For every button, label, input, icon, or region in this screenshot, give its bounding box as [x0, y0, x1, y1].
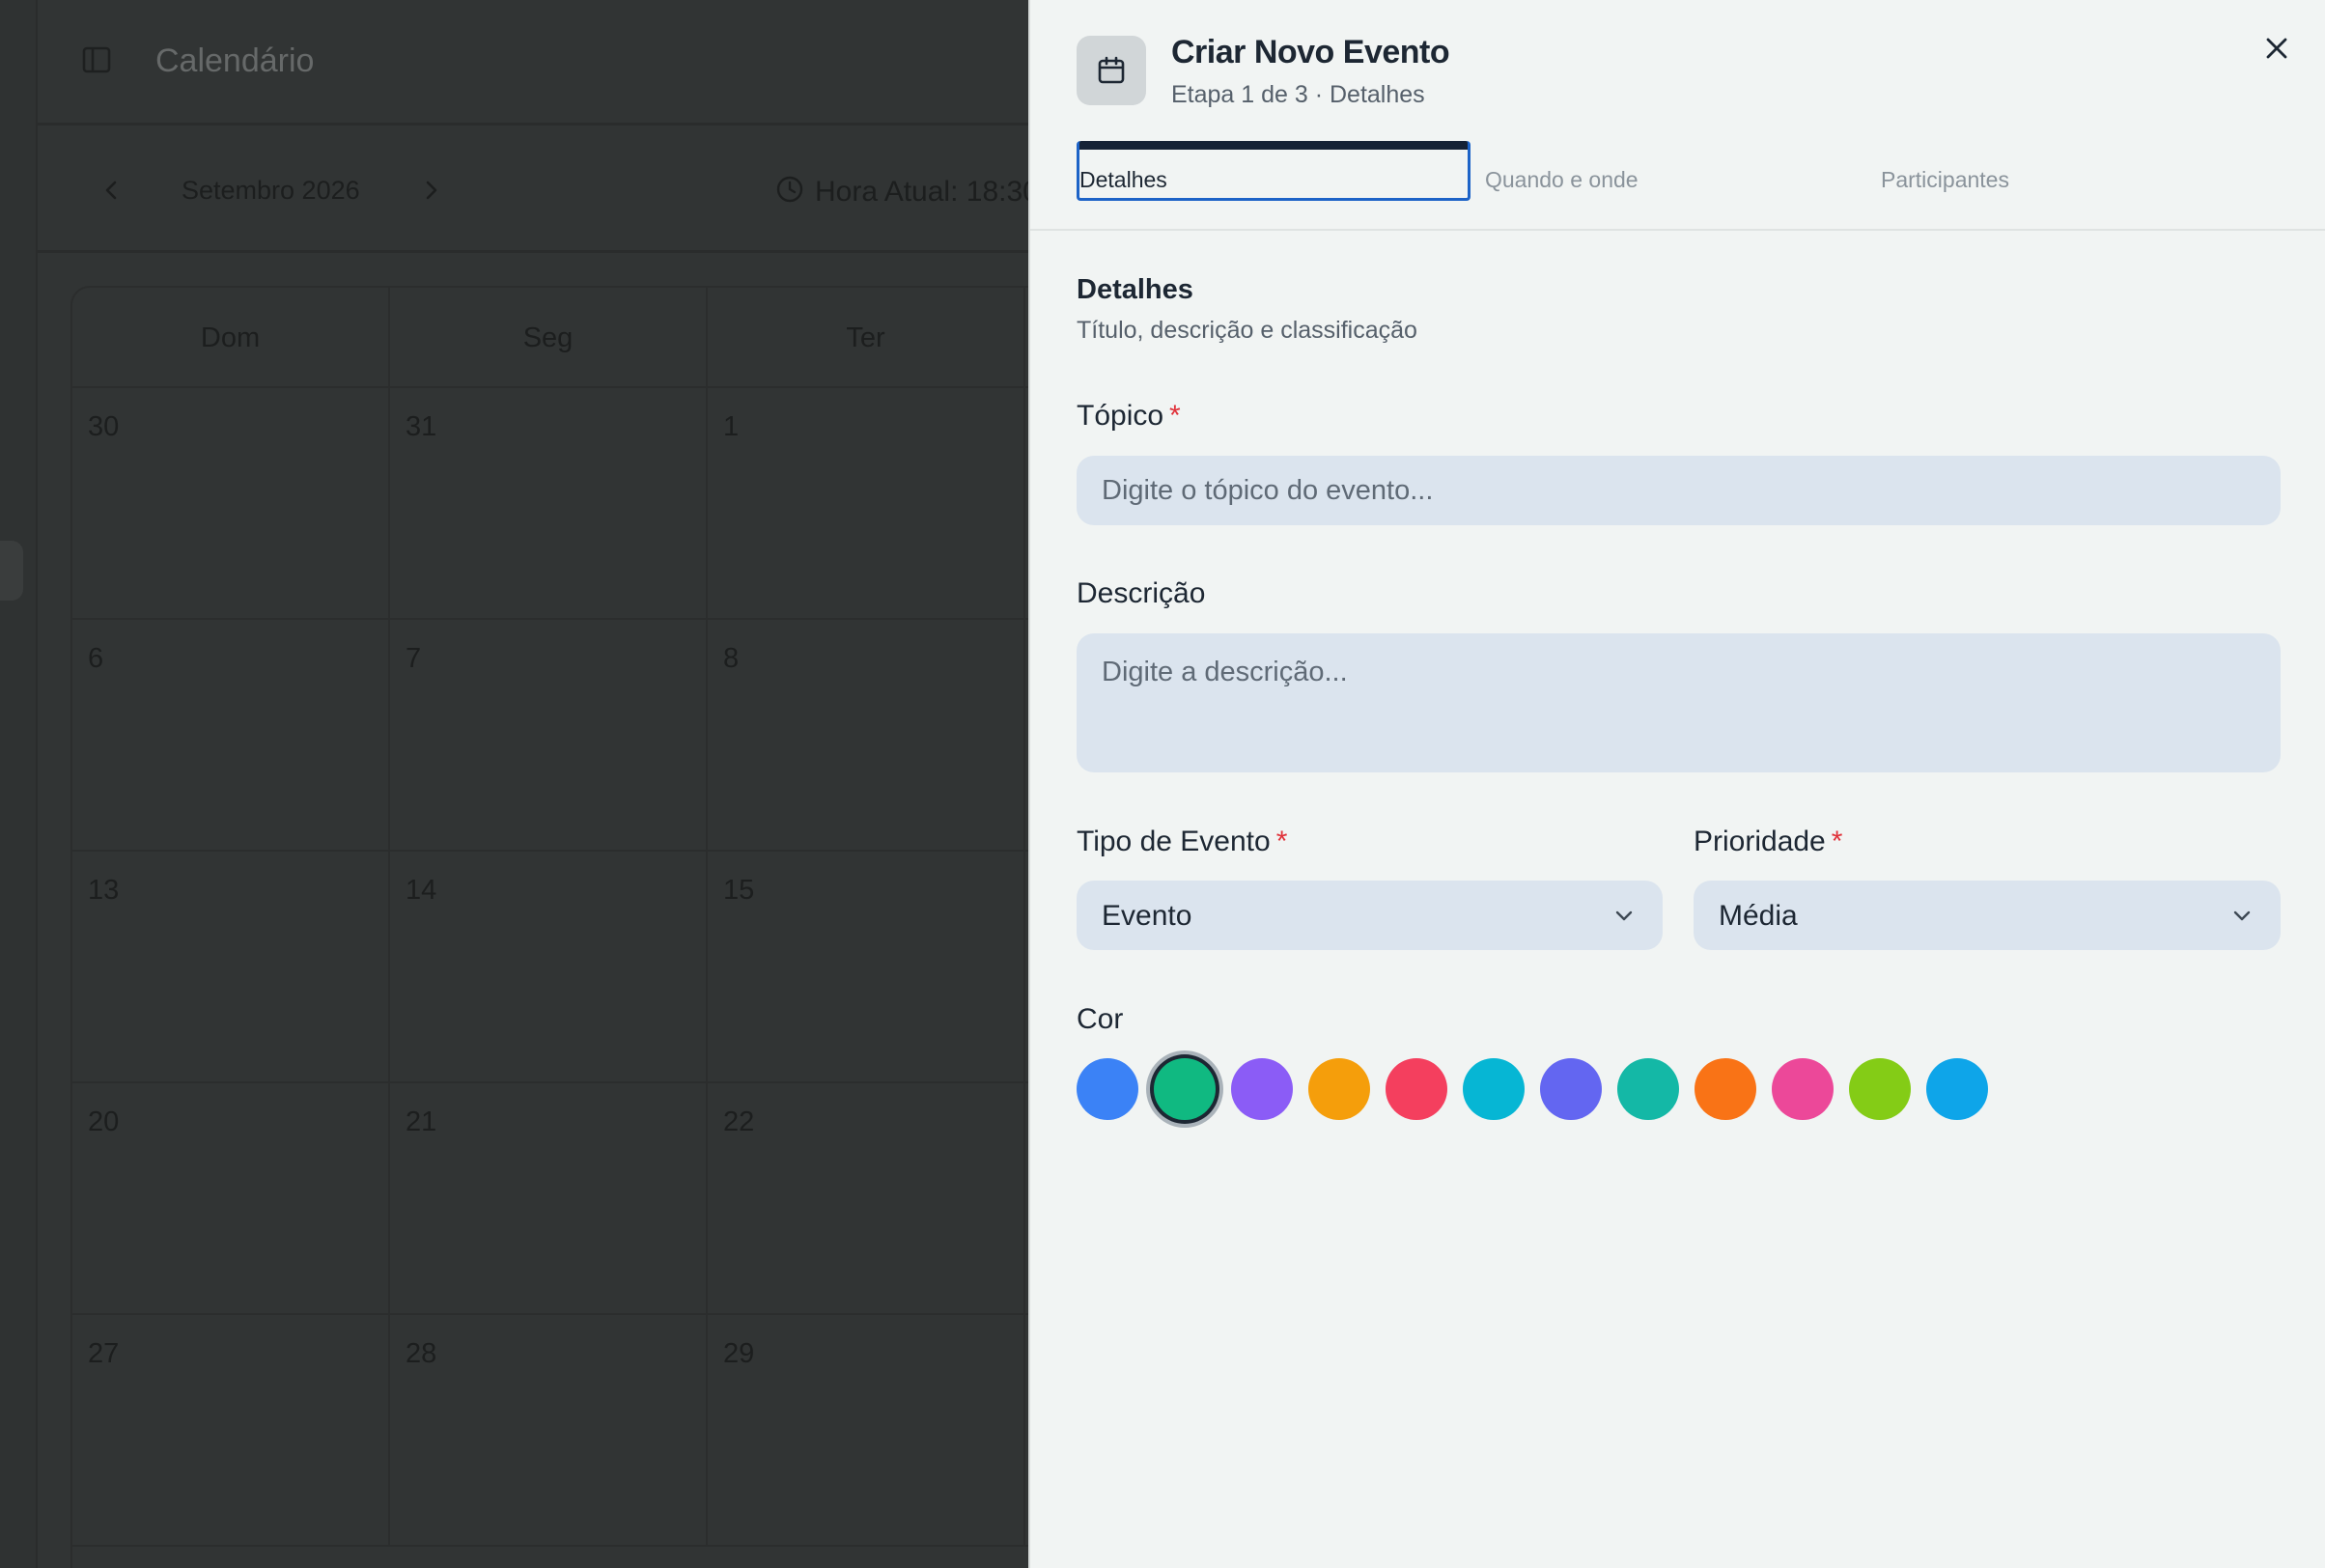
tab-label: Quando e onde [1485, 167, 1639, 192]
create-event-panel: Criar Novo Evento Etapa 1 de 3 · Detalhe… [1028, 0, 2325, 1568]
day-cell[interactable]: 20 [72, 1083, 390, 1313]
weekday-label: Dom [72, 288, 390, 386]
left-rail [0, 0, 38, 1568]
event-type-label-text: Tipo de Evento [1077, 826, 1271, 857]
section-title: Detalhes [1077, 274, 1193, 305]
day-cell[interactable]: 28 [390, 1315, 708, 1545]
current-month: Setembro 2026 [182, 176, 360, 205]
event-type-select[interactable]: Evento [1077, 881, 1663, 950]
priority-select[interactable]: Média [1694, 881, 2281, 950]
color-swatch[interactable] [1308, 1058, 1370, 1120]
sidebar-toggle-icon[interactable] [82, 46, 111, 73]
color-swatch[interactable] [1540, 1058, 1602, 1120]
week-row: 20 21 22 [72, 1083, 1028, 1315]
day-cell[interactable]: 30 [72, 388, 390, 618]
color-swatch[interactable] [1926, 1058, 1988, 1120]
week-row: 6 7 8 [72, 620, 1028, 852]
color-swatch[interactable] [1154, 1058, 1216, 1120]
chevron-right-icon[interactable] [416, 176, 445, 205]
color-swatch[interactable] [1617, 1058, 1679, 1120]
panel-title: Criar Novo Evento [1171, 34, 1450, 70]
required-marker: * [1831, 826, 1843, 857]
calendar-icon [1098, 56, 1125, 84]
priority-value: Média [1719, 900, 1798, 932]
current-time: Hora Atual: 18:30 [815, 176, 1028, 208]
day-cell[interactable]: 21 [390, 1083, 708, 1313]
day-cell[interactable]: 6 [72, 620, 390, 850]
tab-participants[interactable]: Participantes [1881, 141, 2267, 201]
chevron-left-icon[interactable] [98, 176, 126, 205]
step-tabs: Detalhes Quando e onde Participantes [1077, 141, 2279, 201]
day-cell[interactable]: 1 [708, 388, 1025, 618]
calendar-app-background: Calendário Setembro 2026 Hora Atual: 18:… [0, 0, 1028, 1568]
chevron-down-icon [2233, 910, 2251, 921]
tab-label: Detalhes [1079, 167, 1167, 192]
color-swatch[interactable] [1695, 1058, 1756, 1120]
priority-label-text: Prioridade [1694, 826, 1826, 857]
weekday-header: Dom Seg Ter [72, 288, 1028, 388]
color-swatch[interactable] [1849, 1058, 1911, 1120]
week-row: 13 14 15 [72, 852, 1028, 1083]
week-row: 27 28 29 [72, 1315, 1028, 1547]
day-cell[interactable]: 15 [708, 852, 1025, 1081]
tab-when-where[interactable]: Quando e onde [1485, 141, 1871, 201]
topic-label: Tópico * [1077, 400, 1181, 433]
priority-label: Prioridade * [1694, 826, 1842, 858]
day-cell[interactable]: 13 [72, 852, 390, 1081]
app-header: Calendário [38, 0, 1028, 126]
clock-icon [776, 176, 803, 203]
event-type-label: Tipo de Evento * [1077, 826, 1287, 858]
topic-label-text: Tópico [1077, 400, 1164, 432]
tab-label: Participantes [1881, 167, 2009, 192]
color-swatch[interactable] [1077, 1058, 1138, 1120]
section-subtitle: Título, descrição e classificação [1077, 317, 1417, 344]
day-cell[interactable]: 14 [390, 852, 708, 1081]
month-navigation: Setembro 2026 Hora Atual: 18:30 [38, 127, 1028, 253]
week-row: 30 31 1 [72, 388, 1028, 620]
day-cell[interactable]: 7 [390, 620, 708, 850]
description-label: Descrição [1077, 577, 1206, 609]
required-marker: * [1169, 400, 1181, 432]
month-grid: Dom Seg Ter 30 31 1 6 7 8 13 14 15 20 21… [70, 286, 1028, 1568]
panel-icon-tile [1077, 36, 1146, 105]
color-swatch[interactable] [1386, 1058, 1447, 1120]
app-title: Calendário [155, 42, 315, 79]
color-label: Cor [1077, 1003, 1124, 1035]
weekday-label: Ter [708, 288, 1025, 386]
color-swatch[interactable] [1231, 1058, 1293, 1120]
day-cell[interactable]: 31 [390, 388, 708, 618]
day-cell[interactable]: 22 [708, 1083, 1025, 1313]
tab-details[interactable]: Detalhes [1077, 141, 1471, 201]
topic-input[interactable] [1077, 456, 2281, 525]
day-cell[interactable]: 8 [708, 620, 1025, 850]
weekday-label: Seg [390, 288, 708, 386]
day-cell[interactable]: 27 [72, 1315, 390, 1545]
chevron-down-icon [1615, 910, 1633, 921]
color-swatch[interactable] [1463, 1058, 1525, 1120]
event-type-value: Evento [1102, 900, 1192, 932]
panel-header: Criar Novo Evento Etapa 1 de 3 · Detalhe… [1030, 0, 2325, 231]
close-icon[interactable] [2259, 31, 2294, 66]
required-marker: * [1275, 826, 1288, 857]
day-cell[interactable]: 29 [708, 1315, 1025, 1545]
color-swatch[interactable] [1772, 1058, 1834, 1120]
step-progress-bar [1079, 141, 1468, 150]
description-textarea[interactable] [1077, 633, 2281, 772]
panel-subtitle: Etapa 1 de 3 · Detalhes [1171, 81, 1425, 108]
rail-handle[interactable] [0, 541, 23, 601]
